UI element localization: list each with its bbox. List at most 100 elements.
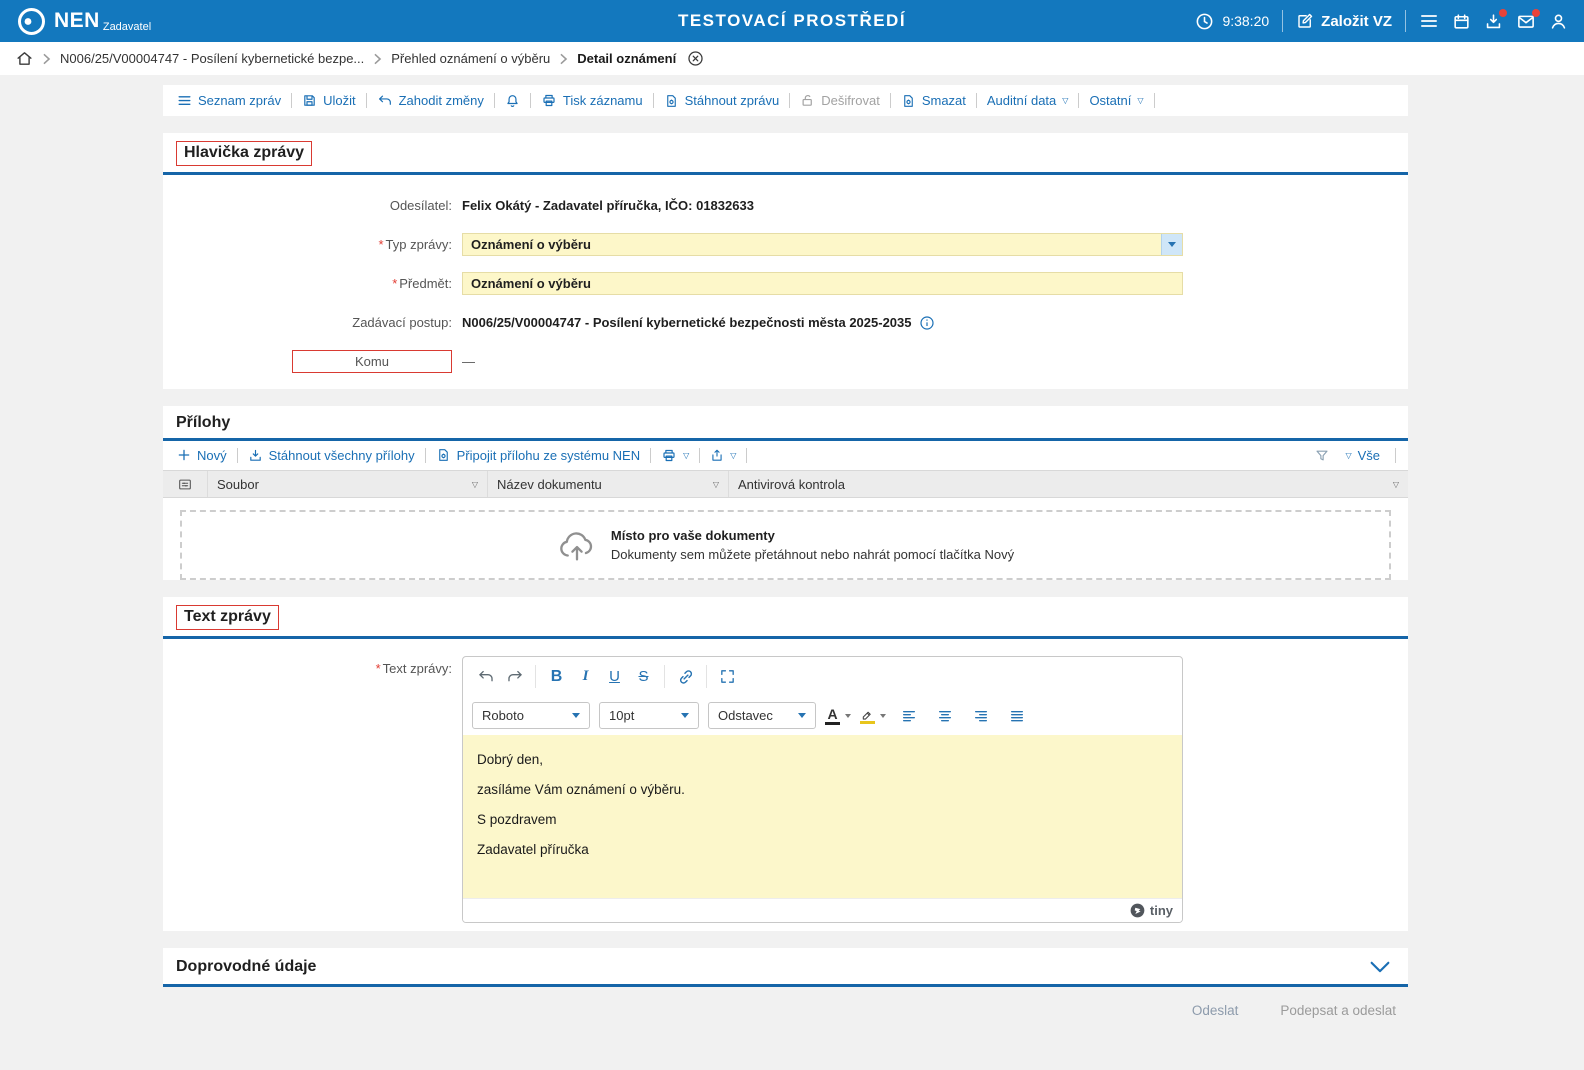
align-left-icon[interactable]	[895, 702, 922, 729]
attach-from-nen-button[interactable]: Připojit přílohu ze systému NEN	[426, 447, 651, 463]
toolbar-other-button[interactable]: Ostatní ▽	[1079, 93, 1153, 108]
strikethrough-button[interactable]: S	[630, 663, 657, 690]
subject-input[interactable]	[462, 272, 1183, 295]
accompanying-data-header[interactable]: Doprovodné údaje	[163, 948, 1408, 984]
chevron-down-icon[interactable]	[1370, 961, 1390, 973]
field-row-typ-zpravy: * Typ zprávy: Oznámení o výběru	[163, 225, 1408, 264]
create-vz-button[interactable]: Založit VZ	[1321, 13, 1392, 30]
column-header-antivirova-kontrola[interactable]: Antivirová kontrola ▽	[728, 471, 1408, 497]
sender-value: Felix Okátý - Zadavatel příručka, IČO: 0…	[462, 198, 754, 213]
section-attachments: Přílohy Nový Stáhnout všechny přílohy Př…	[163, 406, 1408, 580]
toolbar-label: Auditní data	[987, 93, 1056, 108]
toolbar-label: Stáhnout všechny přílohy	[269, 448, 415, 463]
editor-paragraph: Dobrý den,	[477, 752, 1168, 767]
column-settings-button[interactable]	[163, 471, 207, 497]
breadcrumb-item-overview[interactable]: Přehled oznámení o výběru	[391, 51, 550, 66]
dropzone-subtitle: Dokumenty sem můžete přetáhnout nebo nah…	[611, 545, 1014, 564]
column-label: Název dokumentu	[497, 477, 602, 492]
toolbar-save-button[interactable]: Uložit	[292, 93, 366, 108]
column-header-nazev-dokumentu[interactable]: Název dokumentu ▽	[487, 471, 728, 497]
toolbar-notifications-button[interactable]	[495, 93, 530, 109]
underline-button[interactable]: U	[601, 663, 628, 690]
procedure-value: N006/25/V00004747 - Posílení kybernetick…	[462, 315, 911, 330]
text-color-button[interactable]: A	[825, 707, 851, 725]
attachments-dropzone[interactable]: Místo pro vaše dokumenty Dokumenty sem m…	[180, 510, 1391, 580]
font-family-value: Roboto	[482, 708, 524, 723]
caret-down-icon: ▽	[1062, 97, 1068, 105]
editor-separator	[664, 665, 665, 688]
toolbar-message-list-button[interactable]: Seznam zpráv	[167, 93, 291, 108]
brand-role: Zadavatel	[103, 21, 151, 33]
caret-down-icon: ▽	[683, 452, 689, 460]
list-icon	[177, 93, 192, 108]
toolbar-delete-button[interactable]: Smazat	[891, 93, 976, 109]
toolbar-audit-data-button[interactable]: Auditní data ▽	[977, 93, 1079, 108]
calendar-icon[interactable]	[1452, 12, 1471, 31]
recipient-label[interactable]: Komu	[292, 350, 452, 373]
breadcrumb-item-current: Detail oznámení	[577, 51, 676, 66]
italic-button[interactable]: I	[572, 663, 599, 690]
sign-and-send-button[interactable]: Podepsat a odeslat	[1280, 1003, 1396, 1018]
editor-toolbar-row2: Roboto 10pt Odstavec A	[463, 696, 1182, 735]
tinymce-logo-icon[interactable]	[1130, 903, 1145, 918]
select-dropdown-button[interactable]	[1161, 234, 1182, 255]
breadcrumb-item-procedure[interactable]: N006/25/V00004747 - Posílení kybernetick…	[60, 51, 364, 66]
filter-caret-icon[interactable]: ▽	[705, 481, 719, 489]
block-format-select[interactable]: Odstavec	[708, 702, 816, 729]
record-toolbar: Seznam zpráv Uložit Zahodit změny Tisk z…	[163, 85, 1408, 116]
column-header-soubor[interactable]: Soubor ▽	[207, 471, 487, 497]
tinymce-branding[interactable]: tiny	[1150, 903, 1173, 918]
toolbar-print-button[interactable]: Tisk záznamu	[531, 93, 653, 108]
message-type-select[interactable]: Oznámení o výběru	[462, 233, 1183, 256]
editor-paragraph: S pozdravem	[477, 812, 1168, 827]
link-icon[interactable]	[672, 663, 699, 690]
toolbar-download-message-button[interactable]: Stáhnout zprávu	[654, 93, 790, 109]
filter-caret-icon[interactable]: ▽	[1385, 481, 1399, 489]
font-family-select[interactable]: Roboto	[472, 702, 590, 729]
highlight-color-button[interactable]	[860, 708, 886, 724]
menu-icon[interactable]	[1419, 11, 1439, 31]
toolbar-label: Nový	[197, 448, 227, 463]
fullscreen-icon[interactable]	[714, 663, 741, 690]
align-right-icon[interactable]	[967, 702, 994, 729]
field-label: Text zprávy:	[383, 661, 452, 676]
send-button[interactable]: Odeslat	[1192, 1003, 1239, 1018]
undo-icon[interactable]	[472, 663, 499, 690]
filter-funnel-icon[interactable]	[1314, 448, 1330, 463]
nen-logo-icon[interactable]	[18, 8, 45, 35]
bold-button[interactable]: B	[543, 663, 570, 690]
clock-icon	[1195, 12, 1214, 31]
topbar-separator	[1282, 10, 1283, 32]
document-gear-icon	[901, 93, 916, 109]
font-size-select[interactable]: 10pt	[599, 702, 699, 729]
notification-badge	[1532, 9, 1540, 17]
editor-content-area[interactable]: Dobrý den, zasíláme Vám oznámení o výběr…	[463, 735, 1182, 898]
info-icon[interactable]	[919, 315, 935, 331]
redo-icon[interactable]	[501, 663, 528, 690]
home-icon[interactable]	[16, 50, 33, 67]
user-icon[interactable]	[1549, 12, 1568, 31]
breadcrumb: N006/25/V00004747 - Posílení kybernetick…	[0, 42, 1584, 75]
column-label: Antivirová kontrola	[738, 477, 845, 492]
toolbar-discard-changes-button[interactable]: Zahodit změny	[367, 93, 494, 108]
chevron-down-icon	[880, 714, 886, 718]
close-icon[interactable]	[687, 50, 704, 67]
topbar-actions: 9:38:20 Založit VZ	[1195, 10, 1568, 32]
export-attachments-button[interactable]: ▽	[700, 448, 746, 463]
print-attachments-button[interactable]: ▽	[651, 448, 699, 463]
download-all-attachments-button[interactable]: Stáhnout všechny přílohy	[238, 448, 425, 463]
highlight-icon	[860, 708, 875, 724]
filter-all-button[interactable]: ▽ Vše	[1341, 448, 1384, 463]
recipient-value: —	[462, 354, 475, 369]
align-justify-icon[interactable]	[1003, 702, 1030, 729]
new-attachment-button[interactable]: Nový	[167, 448, 237, 463]
align-center-icon[interactable]	[931, 702, 958, 729]
downloads-icon[interactable]	[1484, 12, 1503, 31]
chevron-right-icon	[373, 53, 382, 65]
field-label: Zadávací postup:	[352, 315, 452, 330]
filter-caret-icon[interactable]: ▽	[464, 481, 478, 489]
toolbar-label: Vše	[1358, 448, 1380, 463]
section-message-header: Hlavička zprávy Odesílatel: Felix Okátý …	[163, 133, 1408, 389]
messages-icon[interactable]	[1516, 12, 1536, 31]
toolbar-decrypt-button: Dešifrovat	[790, 93, 890, 108]
